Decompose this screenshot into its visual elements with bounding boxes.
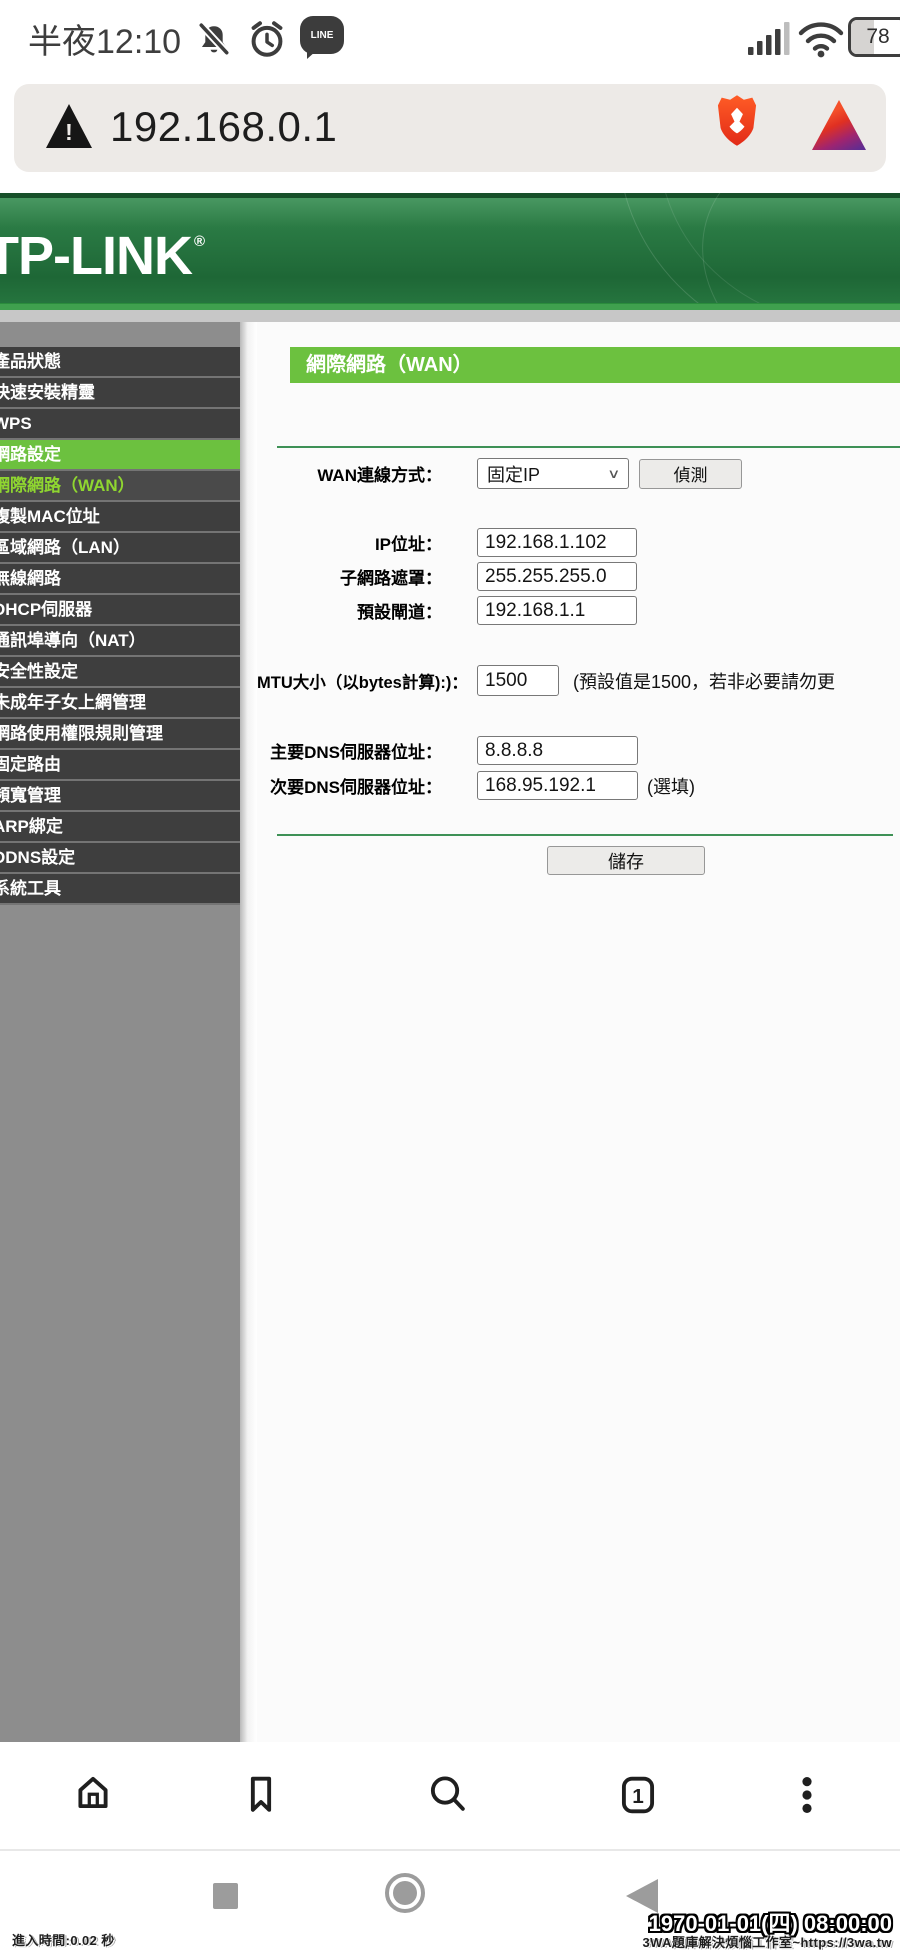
gateway-label: 預設閘道： bbox=[257, 598, 442, 623]
tab-count: 1 bbox=[632, 1785, 644, 1808]
battery-indicator: 78 bbox=[848, 17, 900, 57]
sidebar-menu: 產品狀態 快速安裝精靈 WPS 網路設定 網際網路（WAN） 複製MAC位址 區… bbox=[0, 347, 240, 905]
banner-divider bbox=[0, 310, 900, 322]
mask-row: 子網路遮罩： bbox=[257, 562, 900, 591]
sidebar: 產品狀態 快速安裝精靈 WPS 網路設定 網際網路（WAN） 複製MAC位址 區… bbox=[0, 322, 240, 1742]
sidebar-item[interactable]: 固定路由 bbox=[0, 750, 240, 781]
watermark-bottom-right: 3WA題庫解決煩惱工作室~https://3wa.tw bbox=[642, 1932, 892, 1950]
gateway-input[interactable] bbox=[477, 596, 637, 625]
sidebar-item[interactable]: 無線網路 bbox=[0, 564, 240, 595]
sidebar-item[interactable]: ARP綁定 bbox=[0, 812, 240, 843]
dns1-label: 主要DNS伺服器位址： bbox=[257, 738, 442, 763]
bat-rewards-icon[interactable] bbox=[812, 100, 866, 150]
clock-text: 半夜12:10 bbox=[28, 14, 181, 63]
browser-toolbar: 1 bbox=[0, 1742, 900, 1849]
search-icon[interactable] bbox=[425, 1772, 471, 1818]
mask-label: 子網路遮罩： bbox=[257, 564, 442, 589]
dns1-row: 主要DNS伺服器位址： bbox=[257, 736, 900, 765]
sidebar-item[interactable]: 通訊埠導向（NAT） bbox=[0, 626, 240, 657]
brave-shields-icon[interactable] bbox=[712, 92, 762, 150]
url-bar[interactable]: ! 192.168.0.1 bbox=[14, 84, 886, 172]
mtu-input[interactable] bbox=[477, 665, 559, 696]
ip-input[interactable] bbox=[477, 528, 637, 557]
save-button[interactable]: 儲存 bbox=[547, 846, 705, 875]
primary-dns-input[interactable] bbox=[477, 736, 638, 765]
mtu-hint: (預設值是1500，若非必要請勿更 bbox=[573, 668, 835, 694]
sidebar-item[interactable]: 未成年子女上網管理 bbox=[0, 688, 240, 719]
sidebar-item[interactable]: 快速安裝精靈 bbox=[0, 378, 240, 409]
alarm-icon bbox=[246, 18, 288, 60]
mtu-label: MTU大小（以bytes計算):)： bbox=[257, 669, 442, 693]
page-title: 網際網路（WAN） bbox=[290, 347, 900, 383]
subnet-mask-input[interactable] bbox=[477, 562, 637, 591]
sidebar-item[interactable]: 頻寬管理 bbox=[0, 781, 240, 812]
sidebar-item[interactable]: WPS bbox=[0, 409, 240, 440]
wan-type-row: WAN連線方式： 固定IP ∨ 偵測 bbox=[257, 458, 900, 489]
dns2-label: 次要DNS伺服器位址： bbox=[257, 773, 442, 798]
chevron-down-icon: ∨ bbox=[608, 466, 621, 482]
dns2-row: 次要DNS伺服器位址： (選填) bbox=[257, 771, 900, 800]
notifications-off-icon bbox=[196, 22, 232, 58]
sidebar-item[interactable]: DDNS設定 bbox=[0, 843, 240, 874]
menu-dots-icon[interactable] bbox=[784, 1772, 830, 1818]
wan-type-value: 固定IP bbox=[487, 461, 540, 487]
sidebar-item[interactable]: 網際網路（WAN） bbox=[0, 471, 240, 502]
tplink-banner: TP-LINK® bbox=[0, 193, 900, 310]
sidebar-item[interactable]: 區域網路（LAN） bbox=[0, 533, 240, 564]
status-bar: 半夜12:10 LINE 78 bbox=[0, 0, 900, 72]
mtu-row: MTU大小（以bytes計算):)： (預設值是1500，若非必要請勿更 bbox=[257, 665, 900, 696]
sidebar-item[interactable]: 複製MAC位址 bbox=[0, 502, 240, 533]
watermark-bottom-left: 進入時間:0.02 秒 bbox=[12, 1930, 115, 1949]
ip-row: IP位址： bbox=[257, 528, 900, 557]
separator-line-bottom bbox=[277, 834, 893, 836]
recents-button[interactable] bbox=[213, 1883, 238, 1909]
home-button[interactable] bbox=[385, 1873, 425, 1913]
gateway-row: 預設閘道： bbox=[257, 596, 900, 625]
ip-label: IP位址： bbox=[257, 530, 442, 555]
warning-icon[interactable]: ! bbox=[46, 104, 92, 148]
sidebar-item[interactable]: DHCP伺服器 bbox=[0, 595, 240, 626]
wifi-icon bbox=[798, 20, 844, 58]
sidebar-item[interactable]: 產品狀態 bbox=[0, 347, 240, 378]
dns2-hint: (選填) bbox=[647, 773, 695, 799]
line-app-icon: LINE bbox=[300, 16, 344, 54]
sidebar-item[interactable]: 網路使用權限規則管理 bbox=[0, 719, 240, 750]
wan-type-label: WAN連線方式： bbox=[257, 461, 442, 486]
sidebar-scrollbar[interactable] bbox=[240, 322, 257, 1742]
url-text[interactable]: 192.168.0.1 bbox=[110, 103, 337, 151]
tplink-logo: TP-LINK® bbox=[0, 225, 204, 287]
main-content: 網際網路（WAN） WAN連線方式： 固定IP ∨ 偵測 IP位址： 子網路遮罩… bbox=[257, 322, 900, 1742]
battery-percent: 78 bbox=[866, 25, 889, 49]
sidebar-item[interactable]: 網路設定 bbox=[0, 440, 240, 471]
detect-button[interactable]: 偵測 bbox=[639, 459, 742, 489]
tab-switcher-icon[interactable]: 1 bbox=[615, 1772, 661, 1818]
wan-type-select[interactable]: 固定IP ∨ bbox=[477, 458, 629, 489]
sidebar-item[interactable]: 安全性設定 bbox=[0, 657, 240, 688]
signal-icon bbox=[748, 20, 794, 56]
secondary-dns-input[interactable] bbox=[477, 771, 638, 800]
sidebar-item[interactable]: 系統工具 bbox=[0, 874, 240, 905]
home-icon[interactable] bbox=[70, 1772, 116, 1818]
bookmark-icon[interactable] bbox=[238, 1772, 284, 1818]
phone-screen: 3WA題庫解決煩惱工作室~https://3wa.tw 半夜12:10 LINE bbox=[0, 0, 900, 1950]
separator-line-top bbox=[277, 446, 900, 448]
